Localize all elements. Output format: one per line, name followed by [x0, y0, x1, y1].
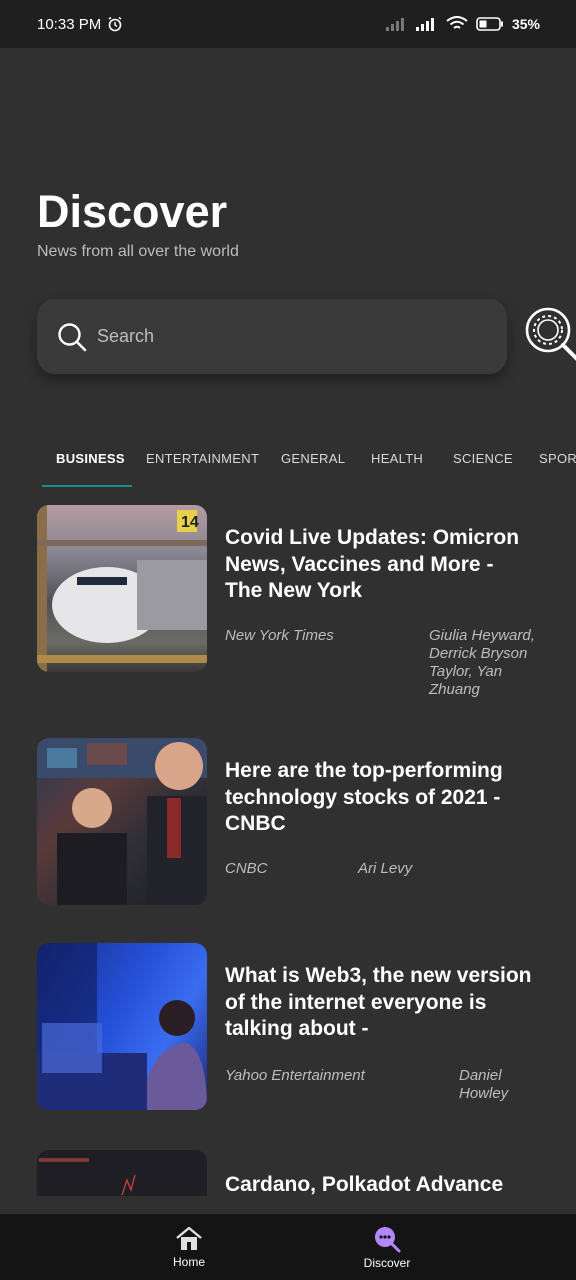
article-source: Yahoo Entertainment	[225, 1067, 365, 1084]
article-title[interactable]: Covid Live Updates: Omicron News, Vaccin…	[225, 525, 535, 605]
nav-home[interactable]: Home	[129, 1214, 249, 1280]
tab-science[interactable]: SCIENCE	[453, 440, 513, 478]
home-icon	[176, 1226, 202, 1250]
bottom-navigation: Home Discover	[0, 1214, 576, 1280]
tab-entertainment[interactable]: ENTERTAINMENT	[146, 440, 259, 478]
article-thumbnail	[37, 738, 207, 905]
status-time: 10:33 PM	[37, 15, 102, 33]
article-author: Giulia Heyward, Derrick Bryson Taylor, Y…	[429, 627, 535, 698]
article-thumbnail	[37, 943, 207, 1110]
article-author: Ari Levy	[358, 860, 413, 877]
web3-person-image	[37, 943, 207, 1110]
status-right: 35%	[385, 16, 540, 32]
page-subtitle: News from all over the world	[37, 243, 239, 260]
signal-icon-2	[415, 18, 434, 31]
article-title[interactable]: Here are the top-performing technology s…	[225, 758, 535, 838]
status-left: 10:33 PM	[37, 16, 123, 33]
article-card-2[interactable]: Here are the top-performing technology s…	[37, 738, 557, 918]
stock-traders-image	[37, 738, 207, 905]
crypto-chart-image	[39, 1158, 136, 1196]
active-tab-indicator	[42, 485, 132, 487]
article-author: Daniel Howley	[459, 1067, 509, 1102]
nav-discover[interactable]: Discover	[327, 1214, 447, 1280]
battery-icon	[476, 17, 503, 31]
article-source: New York Times	[225, 627, 334, 644]
tab-business[interactable]: BUSINESS	[56, 440, 125, 478]
search-icon	[58, 322, 87, 351]
alarm-icon	[108, 16, 122, 32]
wifi-icon	[446, 16, 468, 29]
page-title: Discover	[37, 186, 228, 237]
nav-home-label: Home	[172, 1254, 205, 1269]
article-title[interactable]: Cardano, Polkadot Advance	[225, 1172, 535, 1196]
article-card-4[interactable]: Cardano, Polkadot Advance	[37, 1150, 557, 1196]
article-card-1[interactable]: 14 Covid Live Updates: Omicron News, Vac…	[37, 505, 557, 705]
article-title[interactable]: What is Web3, the new version of the int…	[225, 963, 535, 1043]
category-tabs: BUSINESS ENTERTAINMENT GENERAL HEALTH SC…	[0, 440, 576, 488]
battery-percent: 35%	[511, 16, 540, 32]
signal-icon-1	[385, 18, 404, 31]
airplane-image: 14	[37, 505, 207, 672]
status-bar: 10:33 PM 35%	[0, 0, 576, 48]
search-bar[interactable]	[37, 299, 507, 374]
article-card-3[interactable]: What is Web3, the new version of the int…	[37, 943, 557, 1123]
tab-sports[interactable]: SPORTS	[539, 440, 576, 478]
search-button[interactable]	[524, 306, 576, 366]
article-thumbnail	[37, 1150, 207, 1196]
tab-health[interactable]: HEALTH	[371, 440, 423, 478]
tab-general[interactable]: GENERAL	[281, 440, 345, 478]
article-thumbnail: 14	[37, 505, 207, 672]
search-input[interactable]	[95, 325, 459, 348]
discover-icon	[375, 1226, 401, 1252]
article-source: CNBC	[225, 860, 268, 877]
nav-discover-label: Discover	[363, 1255, 411, 1270]
svg-text:14: 14	[181, 514, 199, 531]
